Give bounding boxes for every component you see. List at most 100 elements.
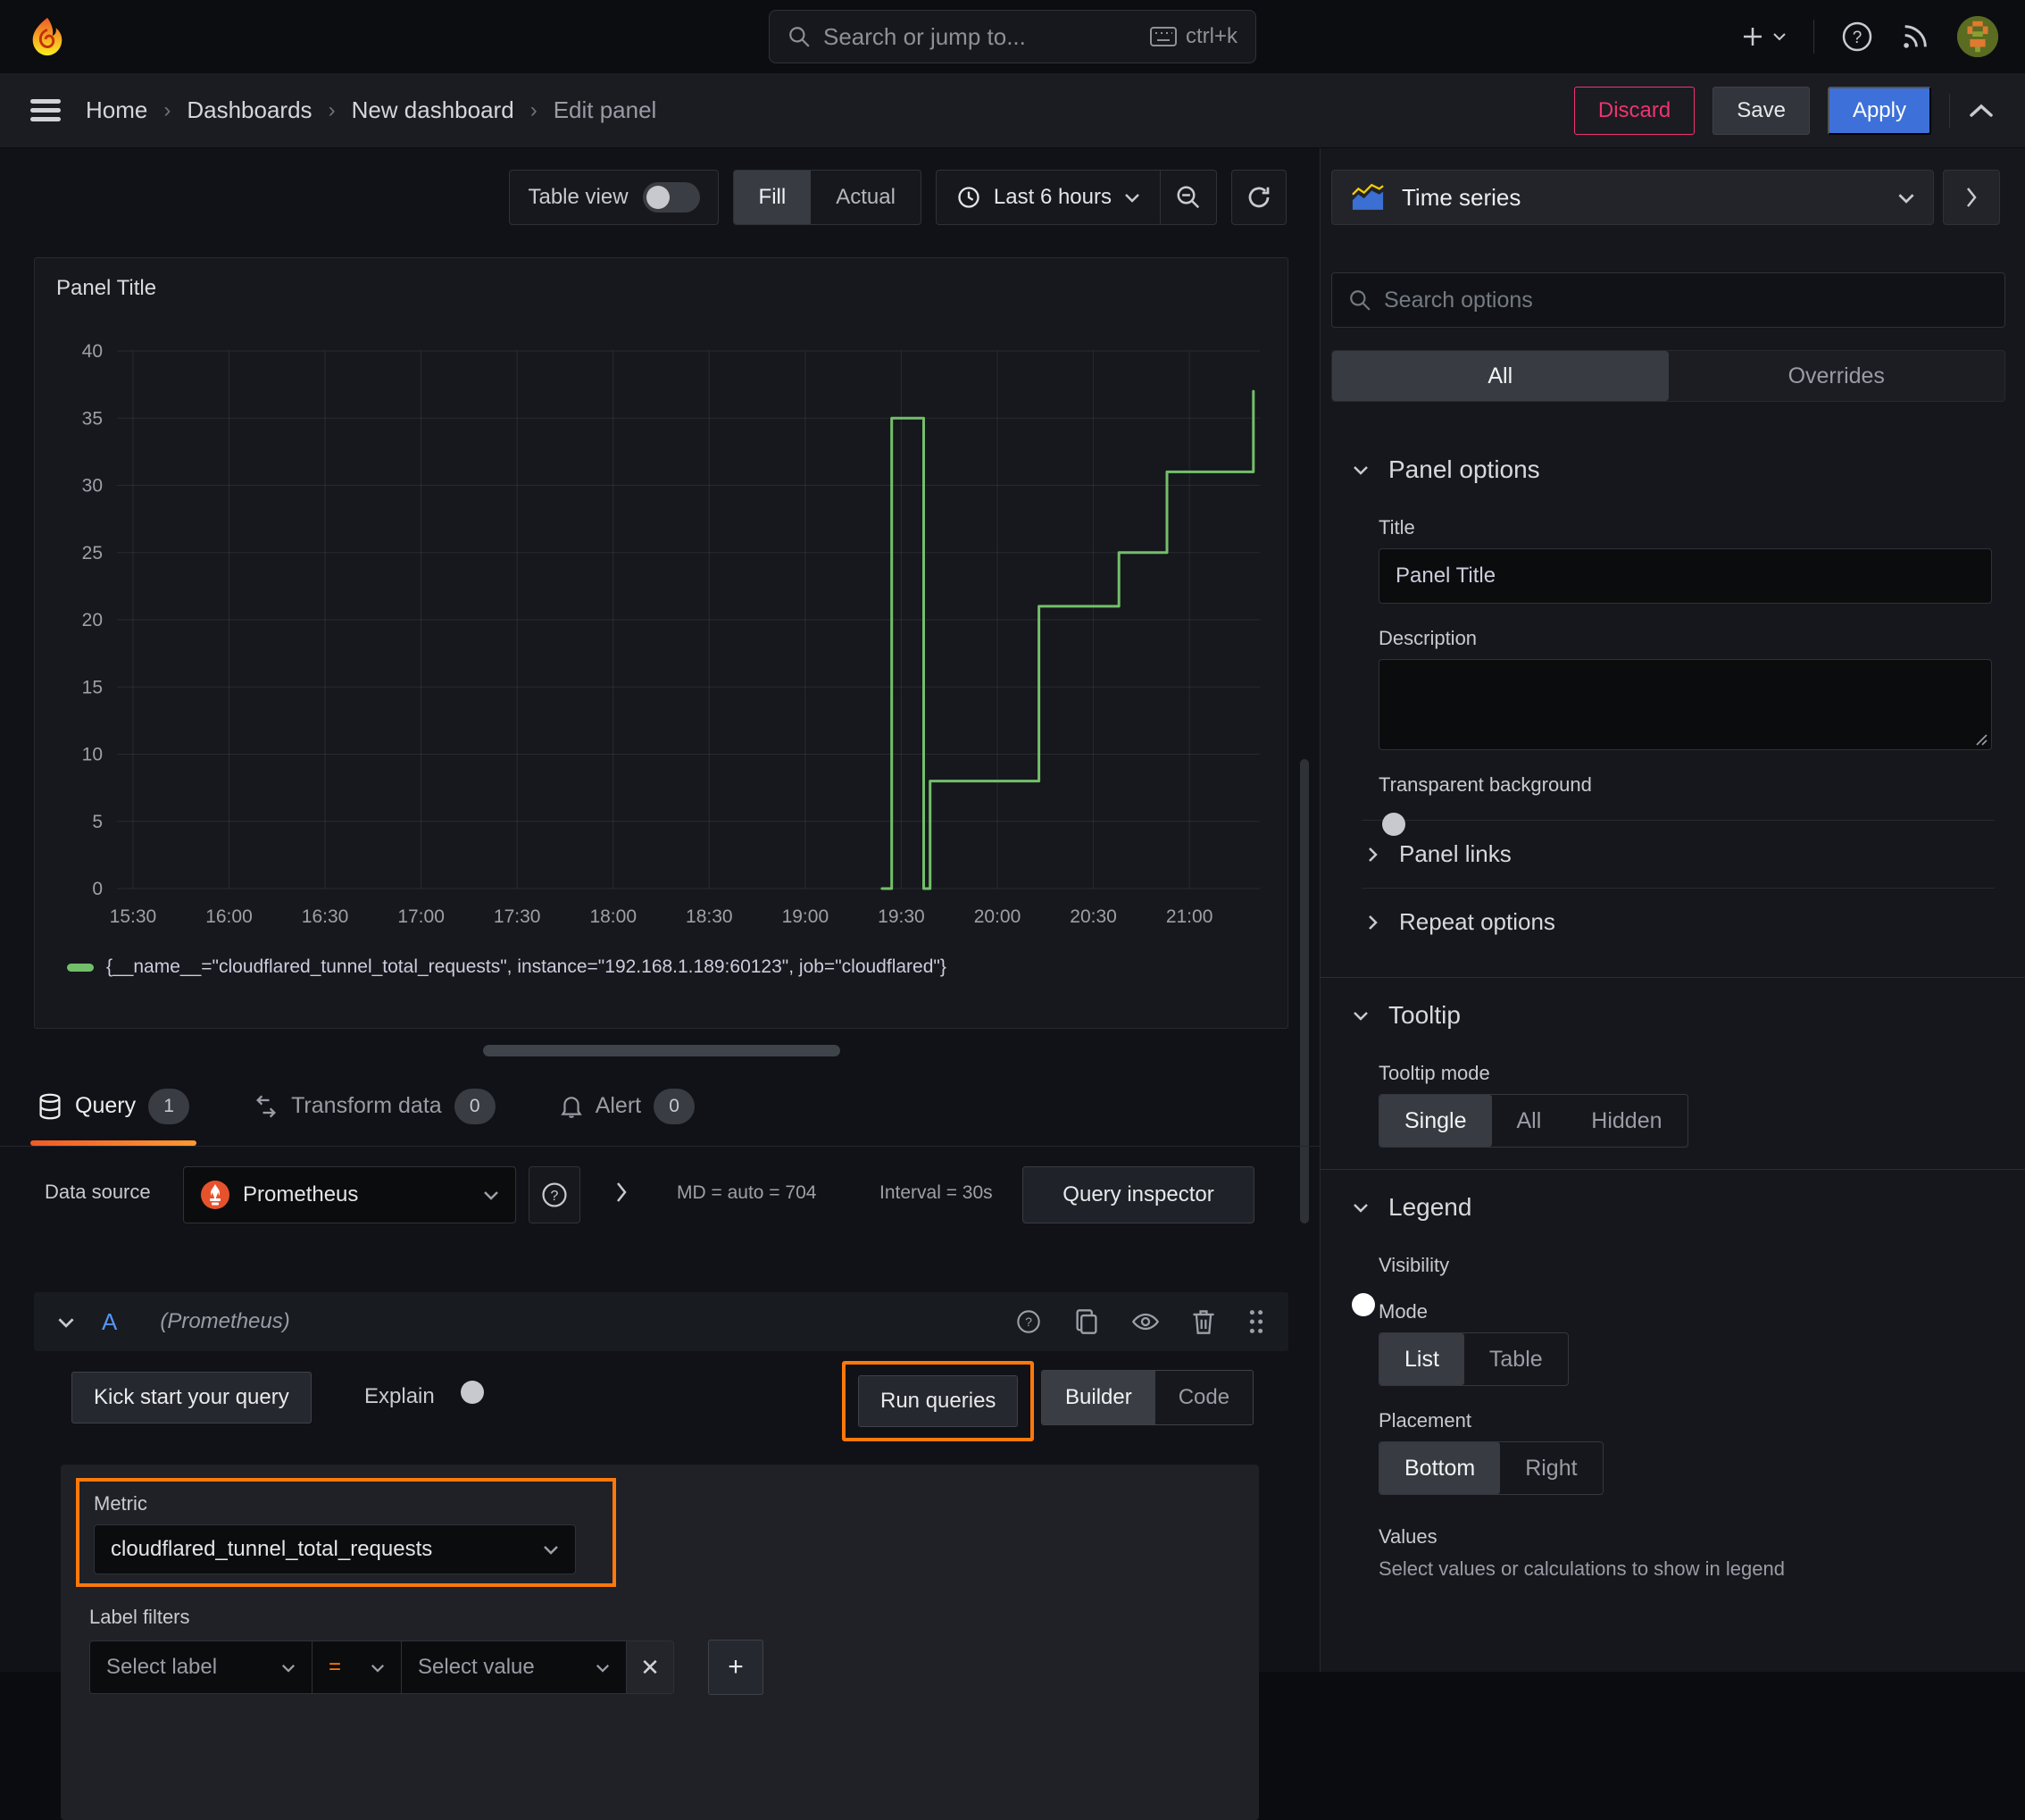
tab-overrides[interactable]: Overrides xyxy=(1669,351,2005,401)
menu-hamburger-icon[interactable] xyxy=(30,98,61,122)
search-placeholder: Search or jump to... xyxy=(823,22,1026,50)
tab-query[interactable]: Query 1 xyxy=(30,1066,197,1146)
svg-text:18:30: 18:30 xyxy=(686,906,733,927)
select-value-dropdown[interactable]: Select value xyxy=(402,1641,627,1693)
panel-options-header[interactable]: Panel options xyxy=(1321,432,2025,493)
grafana-logo-icon[interactable] xyxy=(27,16,68,57)
tab-all[interactable]: All xyxy=(1332,351,1669,401)
options-search-input[interactable] xyxy=(1384,287,1988,313)
select-label-dropdown[interactable]: Select label xyxy=(90,1641,312,1693)
tooltip-mode-all[interactable]: All xyxy=(1492,1095,1567,1147)
global-search-box[interactable]: Search or jump to... ctrl+k xyxy=(769,10,1256,63)
collapse-up-icon[interactable] xyxy=(1968,102,1995,120)
time-range-control: Last 6 hours xyxy=(935,170,1217,225)
refresh-button[interactable] xyxy=(1231,170,1287,225)
svg-text:40: 40 xyxy=(82,341,103,362)
breadcrumb-home[interactable]: Home xyxy=(86,96,147,124)
discard-button[interactable]: Discard xyxy=(1573,86,1696,135)
kick-start-query-button[interactable]: Kick start your query xyxy=(71,1372,312,1423)
legend-placement-label: Placement xyxy=(1379,1409,1471,1432)
add-filter-button[interactable]: + xyxy=(708,1640,763,1695)
add-new-button[interactable] xyxy=(1740,23,1787,50)
legend-placement-right[interactable]: Right xyxy=(1500,1442,1602,1494)
save-button[interactable]: Save xyxy=(1712,86,1810,135)
panel-title: Panel Title xyxy=(56,276,157,300)
legend-placement-bottom[interactable]: Bottom xyxy=(1379,1442,1501,1494)
duplicate-query-icon[interactable] xyxy=(1074,1308,1099,1335)
drag-handle-icon[interactable] xyxy=(1247,1308,1265,1335)
transform-count-badge: 0 xyxy=(454,1088,496,1124)
expand-options-icon[interactable] xyxy=(614,1181,629,1204)
svg-text:0: 0 xyxy=(92,879,103,899)
fill-option[interactable]: Fill xyxy=(733,171,812,224)
apply-button[interactable]: Apply xyxy=(1827,86,1931,135)
bell-icon xyxy=(560,1094,583,1119)
run-queries-highlight-box: Run queries xyxy=(842,1361,1035,1441)
tab-transform-data[interactable]: Transform data 0 xyxy=(250,1066,499,1146)
chevron-right-icon xyxy=(1367,847,1378,863)
svg-text:21:00: 21:00 xyxy=(1166,906,1213,927)
tab-alert[interactable]: Alert 0 xyxy=(556,1066,698,1146)
options-search-box[interactable] xyxy=(1331,272,2005,328)
tooltip-header[interactable]: Tooltip xyxy=(1321,978,2025,1039)
datasource-select[interactable]: Prometheus xyxy=(183,1166,516,1223)
query-count-badge: 1 xyxy=(148,1088,190,1124)
help-icon[interactable]: ? xyxy=(1841,21,1873,53)
table-view-toggle[interactable] xyxy=(642,182,700,213)
panel-links-title: Panel links xyxy=(1399,840,1512,867)
active-tab-underline xyxy=(30,1140,197,1146)
chart-legend: {__name__="cloudflared_tunnel_total_requ… xyxy=(67,956,946,978)
datasource-help-button[interactable]: ? xyxy=(529,1166,580,1223)
run-queries-button[interactable]: Run queries xyxy=(858,1375,1019,1427)
vertical-scrollbar[interactable] xyxy=(1300,759,1309,1223)
remove-filter-button[interactable]: ✕ xyxy=(627,1641,673,1693)
keyboard-icon xyxy=(1149,27,1177,46)
toggle-visibility-icon[interactable] xyxy=(1131,1310,1160,1333)
time-series-chart[interactable]: 0 5 10 15 20 25 30 35 40 15:30 16:00 16:30 17:00 17:3… xyxy=(46,326,1278,930)
code-option[interactable]: Code xyxy=(1155,1371,1253,1424)
builder-option[interactable]: Builder xyxy=(1042,1371,1155,1424)
series-color-marker[interactable] xyxy=(67,963,94,972)
metric-select[interactable]: cloudflared_tunnel_total_requests xyxy=(94,1524,576,1574)
query-inspector-button[interactable]: Query inspector xyxy=(1022,1166,1254,1223)
query-row-header[interactable]: A (Prometheus) ? xyxy=(34,1292,1288,1351)
label-filters-label: Label filters xyxy=(89,1606,190,1628)
legend-mode-list[interactable]: List xyxy=(1379,1333,1464,1385)
repeat-options-section[interactable]: Repeat options xyxy=(1321,889,2025,956)
zoom-out-button[interactable] xyxy=(1161,171,1216,224)
tooltip-mode-hidden[interactable]: Hidden xyxy=(1566,1095,1687,1147)
time-range-picker[interactable]: Last 6 hours xyxy=(937,171,1160,224)
query-help-icon[interactable]: ? xyxy=(1015,1308,1042,1335)
breadcrumb-edit-panel: Edit panel xyxy=(553,96,657,123)
news-rss-icon[interactable] xyxy=(1900,21,1930,52)
delete-query-icon[interactable] xyxy=(1192,1308,1215,1335)
resize-grip-icon[interactable] xyxy=(1973,731,1988,746)
breadcrumb-dashboards[interactable]: Dashboards xyxy=(187,96,312,124)
legend-header[interactable]: Legend xyxy=(1321,1170,2025,1231)
collapse-pane-button[interactable] xyxy=(1943,170,2000,225)
legend-values-label: Values xyxy=(1379,1525,1438,1548)
chevron-down-icon xyxy=(281,1664,296,1673)
visualization-picker[interactable]: Time series xyxy=(1331,170,1934,225)
panel-title-input[interactable] xyxy=(1379,548,1992,604)
chevron-down-icon xyxy=(371,1664,385,1673)
breadcrumb-new-dashboard[interactable]: New dashboard xyxy=(352,96,514,124)
chevron-down-icon[interactable] xyxy=(57,1316,75,1328)
svg-text:?: ? xyxy=(551,1189,559,1204)
svg-text:16:00: 16:00 xyxy=(205,906,253,927)
chevron-right-icon xyxy=(1367,914,1378,931)
max-datapoints-info: MD = auto = 704 xyxy=(677,1182,817,1203)
actual-option[interactable]: Actual xyxy=(811,171,921,224)
prometheus-icon xyxy=(200,1180,230,1210)
description-textarea[interactable] xyxy=(1379,659,1992,750)
series-label[interactable]: {__name__="cloudflared_tunnel_total_requ… xyxy=(106,956,946,978)
pane-resize-handle[interactable] xyxy=(483,1045,840,1056)
user-avatar[interactable] xyxy=(1957,16,1998,57)
metric-label: Metric xyxy=(94,1492,147,1515)
tooltip-mode-single[interactable]: Single xyxy=(1379,1095,1492,1147)
legend-mode-table[interactable]: Table xyxy=(1464,1333,1568,1385)
operator-dropdown[interactable]: = xyxy=(312,1641,402,1693)
panel-links-section[interactable]: Panel links xyxy=(1321,821,2025,888)
transform-icon xyxy=(254,1094,279,1119)
svg-text:?: ? xyxy=(1025,1315,1032,1330)
